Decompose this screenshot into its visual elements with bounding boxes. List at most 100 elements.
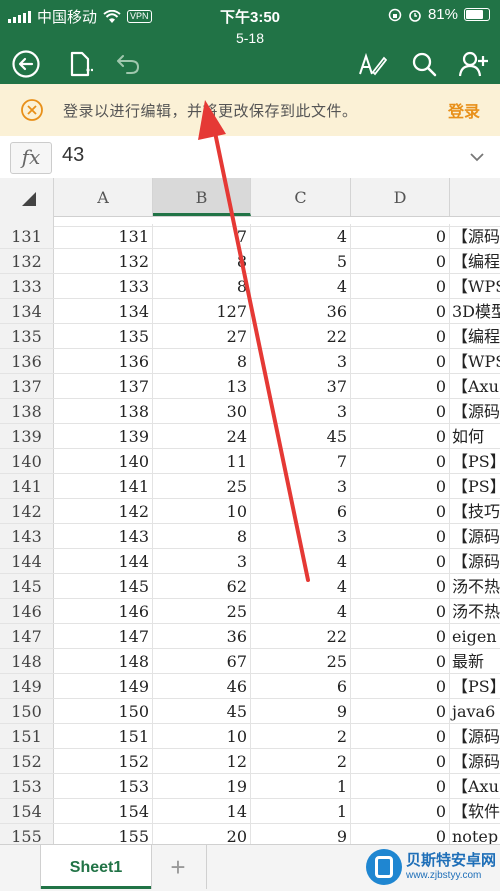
table-row[interactable]: 132 132 8 5 0 【编程: [0, 249, 500, 274]
cell-a[interactable]: 137: [54, 374, 153, 398]
cell-a[interactable]: 153: [54, 774, 153, 798]
table-row[interactable]: 155 155 20 9 0 notep: [0, 824, 500, 844]
select-all-corner[interactable]: [0, 178, 54, 216]
cell-e[interactable]: java6: [450, 699, 500, 723]
cell-a[interactable]: 133: [54, 274, 153, 298]
table-row[interactable]: 131 131 7 4 0 【源码: [0, 224, 500, 249]
row-number[interactable]: 134: [0, 299, 54, 323]
cell-d[interactable]: 0: [351, 549, 450, 573]
cell-b[interactable]: 67: [153, 649, 251, 673]
cell-c[interactable]: 2: [251, 724, 351, 748]
cell-c[interactable]: 9: [251, 824, 351, 844]
cell-c[interactable]: 45: [251, 424, 351, 448]
cell-b[interactable]: 24: [153, 424, 251, 448]
cell-c[interactable]: 4: [251, 599, 351, 623]
cell-b[interactable]: 19: [153, 774, 251, 798]
cell-e[interactable]: 【Axu: [450, 774, 500, 798]
cell-b[interactable]: 46: [153, 674, 251, 698]
row-number[interactable]: 141: [0, 474, 54, 498]
cell-e[interactable]: 【编程: [450, 249, 500, 273]
table-row[interactable]: 152 152 12 2 0 【源码: [0, 749, 500, 774]
row-number[interactable]: 155: [0, 824, 54, 844]
cell-c[interactable]: 3: [251, 524, 351, 548]
row-number[interactable]: 144: [0, 549, 54, 573]
row-number[interactable]: 137: [0, 374, 54, 398]
cell-d[interactable]: 0: [351, 299, 450, 323]
cell-e[interactable]: 【WPS: [450, 274, 500, 298]
cell-b[interactable]: 20: [153, 824, 251, 844]
cell-a[interactable]: 135: [54, 324, 153, 348]
row-number[interactable]: 150: [0, 699, 54, 723]
cell-e[interactable]: 【源码: [450, 524, 500, 548]
cell-d[interactable]: 0: [351, 524, 450, 548]
cell-c[interactable]: 1: [251, 774, 351, 798]
cell-d[interactable]: 0: [351, 449, 450, 473]
table-row[interactable]: 145 145 62 4 0 汤不热: [0, 574, 500, 599]
row-number[interactable]: 154: [0, 799, 54, 823]
cell-d[interactable]: 0: [351, 724, 450, 748]
cell-d[interactable]: 0: [351, 574, 450, 598]
row-number[interactable]: 139: [0, 424, 54, 448]
cell-c[interactable]: 36: [251, 299, 351, 323]
cell-d[interactable]: 0: [351, 424, 450, 448]
cell-d[interactable]: 0: [351, 349, 450, 373]
cell-e[interactable]: 最新: [450, 649, 500, 673]
cell-d[interactable]: 0: [351, 324, 450, 348]
cell-b[interactable]: 10: [153, 499, 251, 523]
cell-c[interactable]: 22: [251, 324, 351, 348]
cell-e[interactable]: 如何: [450, 424, 500, 448]
table-row[interactable]: 137 137 13 37 0 【Axu: [0, 374, 500, 399]
row-number[interactable]: 133: [0, 274, 54, 298]
cell-b[interactable]: 36: [153, 624, 251, 648]
row-number[interactable]: 151: [0, 724, 54, 748]
cell-b[interactable]: 13: [153, 374, 251, 398]
cell-e[interactable]: 【软件: [450, 799, 500, 823]
cell-e[interactable]: 【源码: [450, 224, 500, 248]
cell-b[interactable]: 11: [153, 449, 251, 473]
table-row[interactable]: 1411412530【PS】: [0, 474, 500, 499]
cell-d[interactable]: 0: [351, 749, 450, 773]
row-number[interactable]: 152: [0, 749, 54, 773]
cell-c[interactable]: 6: [251, 674, 351, 698]
column-header-a[interactable]: A: [54, 178, 153, 216]
table-row[interactable]: 146 146 25 4 0 汤不热: [0, 599, 500, 624]
cell-e[interactable]: notep: [450, 824, 500, 844]
cell-d[interactable]: 0: [351, 649, 450, 673]
cell-b[interactable]: 7: [153, 224, 251, 248]
cell-d[interactable]: 0: [351, 599, 450, 623]
cell-e[interactable]: 【源码: [450, 724, 500, 748]
cell-a[interactable]: 134: [54, 299, 153, 323]
cell-a[interactable]: 143: [54, 524, 153, 548]
table-row[interactable]: 151 151 10 2 0 【源码: [0, 724, 500, 749]
row-number[interactable]: 148: [0, 649, 54, 673]
cell-a[interactable]: 149: [54, 674, 153, 698]
row-number[interactable]: 146: [0, 599, 54, 623]
cell-b[interactable]: 25: [153, 599, 251, 623]
cell-b[interactable]: 12: [153, 749, 251, 773]
table-row[interactable]: 135 135 27 22 0 【编程: [0, 324, 500, 349]
cell-a[interactable]: 144: [54, 549, 153, 573]
cell-a[interactable]: 140: [54, 449, 153, 473]
table-row[interactable]: 133133840【WPS: [0, 274, 500, 299]
cell-b[interactable]: 62: [153, 574, 251, 598]
cell-a[interactable]: 131: [54, 224, 153, 248]
cell-d[interactable]: 0: [351, 374, 450, 398]
cell-e[interactable]: eigen: [450, 624, 500, 648]
cell-a[interactable]: 138: [54, 399, 153, 423]
cell-b[interactable]: 3: [153, 549, 251, 573]
cell-a[interactable]: 148: [54, 649, 153, 673]
row-number[interactable]: 145: [0, 574, 54, 598]
table-row[interactable]: 150 150 45 9 0 java6: [0, 699, 500, 724]
cell-a[interactable]: 145: [54, 574, 153, 598]
row-number[interactable]: 140: [0, 449, 54, 473]
row-number[interactable]: 147: [0, 624, 54, 648]
table-row[interactable]: 154 154 14 1 0 【软件: [0, 799, 500, 824]
cell-d[interactable]: 0: [351, 274, 450, 298]
login-button[interactable]: 登录: [448, 98, 480, 122]
table-row[interactable]: 148 148 67 25 0 最新: [0, 649, 500, 674]
cell-c[interactable]: 25: [251, 649, 351, 673]
cell-a[interactable]: 152: [54, 749, 153, 773]
cell-e[interactable]: 【源码: [450, 749, 500, 773]
row-number[interactable]: 138: [0, 399, 54, 423]
table-row[interactable]: 143 143 8 3 0 【源码: [0, 524, 500, 549]
